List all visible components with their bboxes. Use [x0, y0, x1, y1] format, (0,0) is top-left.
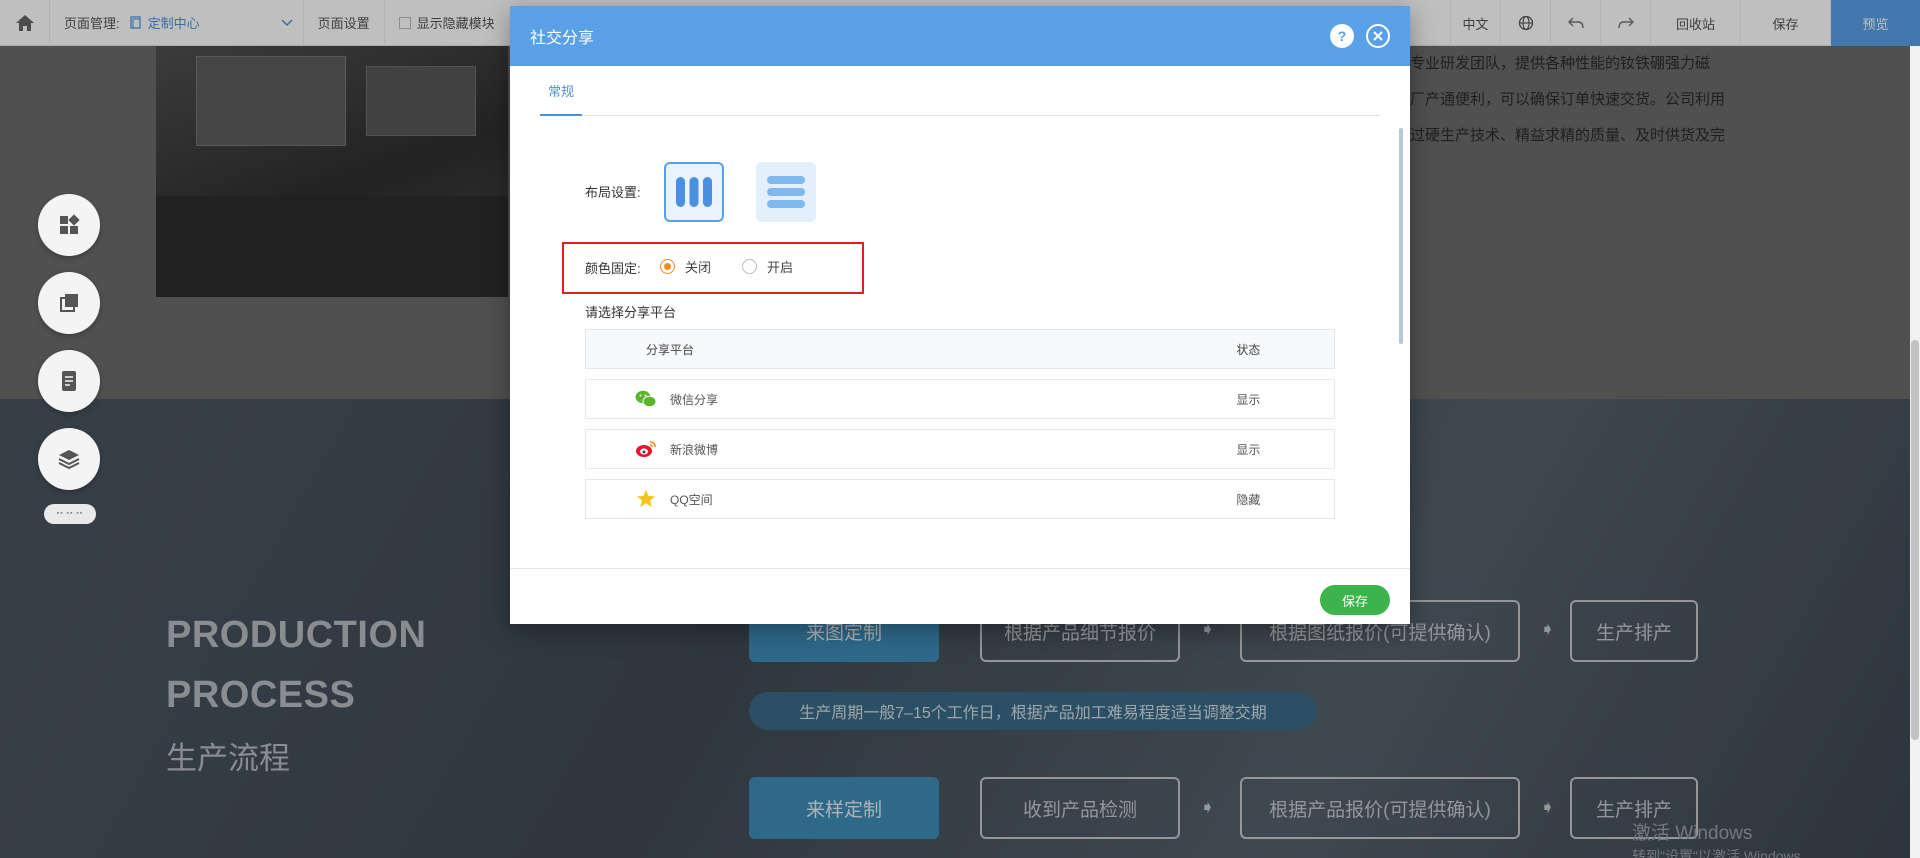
- platform-table: 分享平台 状态 微信分享 显示 新浪微博 显示 QQ空间 隐藏: [585, 329, 1335, 519]
- add-module-button[interactable]: [38, 194, 100, 256]
- layers-icon: [58, 450, 80, 470]
- page-list-button[interactable]: [38, 350, 100, 412]
- page-scrollbar-thumb[interactable]: [1911, 340, 1919, 740]
- weibo-icon: [634, 438, 658, 460]
- layout-option-rows[interactable]: [756, 162, 816, 222]
- modules-icon: [60, 214, 80, 234]
- layout-option-columns[interactable]: [664, 162, 724, 222]
- save-button[interactable]: 保存: [1320, 585, 1390, 615]
- dialog-footer: 保存: [510, 568, 1410, 624]
- social-share-dialog: 社交分享 ? 常规 布局设置: 颜色固定: 关闭 开启 请选择分享平台 分享平台…: [510, 6, 1410, 624]
- dialog-header: 社交分享 ?: [510, 6, 1410, 66]
- platform-name-cell: 微信分享: [586, 388, 1184, 410]
- platform-name: 新浪微博: [670, 442, 719, 457]
- dialog-scrollbar[interactable]: [1399, 128, 1403, 344]
- color-fixed-label: 颜色固定:: [585, 261, 641, 276]
- wechat-icon: [634, 388, 658, 410]
- tools-collapse-handle[interactable]: ⠒⠒⠒: [44, 504, 96, 524]
- dialog-title: 社交分享: [530, 30, 595, 47]
- platform-status[interactable]: 显示: [1184, 391, 1334, 408]
- copy-icon: [60, 294, 78, 312]
- layout-label: 布局设置:: [585, 185, 641, 200]
- table-row[interactable]: 微信分享 显示: [585, 379, 1335, 419]
- platform-section-label: 请选择分享平台: [585, 305, 677, 320]
- table-row[interactable]: QQ空间 隐藏: [585, 479, 1335, 519]
- document-icon: [62, 371, 76, 391]
- platform-status[interactable]: 隐藏: [1184, 491, 1334, 508]
- radio-off[interactable]: 关闭: [660, 257, 711, 276]
- header-status: 状态: [1236, 342, 1261, 357]
- close-icon[interactable]: [1366, 24, 1390, 48]
- platform-name-cell: 新浪微博: [586, 438, 1184, 460]
- table-header: 分享平台 状态: [585, 329, 1335, 369]
- columns-layout-icon: [676, 177, 712, 207]
- dialog-tabs: 常规: [540, 66, 1380, 116]
- radio-off-dot[interactable]: [660, 259, 675, 274]
- radio-on-dot[interactable]: [742, 259, 757, 274]
- rows-layout-icon: [767, 176, 805, 208]
- qzone-star-icon: [634, 488, 658, 510]
- radio-off-label: 关闭: [685, 260, 712, 275]
- tab-general[interactable]: 常规: [540, 66, 583, 116]
- layers-button[interactable]: [38, 428, 100, 490]
- radio-on-label: 开启: [767, 260, 794, 275]
- table-row[interactable]: 新浪微博 显示: [585, 429, 1335, 469]
- header-platform: 分享平台: [646, 342, 695, 357]
- platform-name-cell: QQ空间: [586, 488, 1184, 510]
- platform-name: QQ空间: [670, 492, 713, 507]
- radio-on[interactable]: 开启: [742, 257, 793, 276]
- help-icon[interactable]: ?: [1330, 24, 1354, 48]
- platform-status[interactable]: 显示: [1184, 441, 1334, 458]
- platform-name: 微信分享: [670, 392, 719, 407]
- dialog-body: 布局设置: 颜色固定: 关闭 开启 请选择分享平台 分享平台 状态 微信分享 显…: [510, 116, 1410, 568]
- copy-page-button[interactable]: [38, 272, 100, 334]
